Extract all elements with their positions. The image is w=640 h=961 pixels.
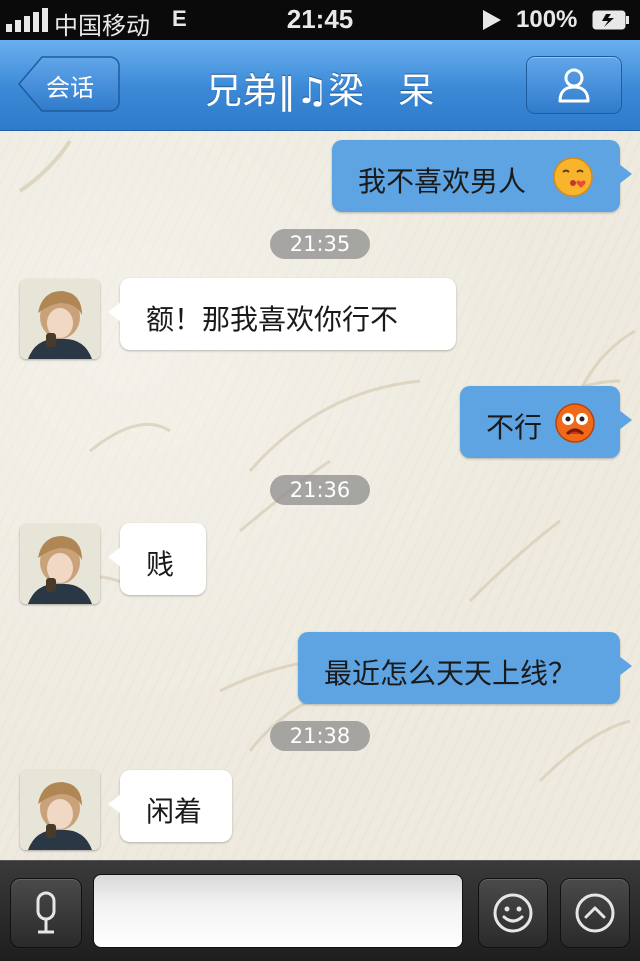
timestamp-pill: 21:36 bbox=[270, 475, 370, 505]
avatar-image bbox=[20, 524, 100, 604]
battery-percent: 100% bbox=[516, 6, 578, 33]
battery-icon bbox=[592, 10, 629, 30]
message-bubble-sent[interactable]: 最近怎么天天上线？ bbox=[298, 632, 632, 704]
message-bubble-received[interactable]: 贱 bbox=[108, 523, 206, 595]
nav-bar: 会话 兄弟‖♫梁 呆 bbox=[0, 40, 640, 131]
chevron-up-icon bbox=[575, 893, 615, 933]
more-button[interactable] bbox=[560, 878, 630, 948]
timestamp-pill: 21:38 bbox=[270, 721, 370, 751]
message-text: 最近怎么天天上线？ bbox=[324, 657, 577, 690]
message-text: 我不喜欢男人 bbox=[358, 165, 527, 198]
chat-title: 兄弟‖♫梁 呆 bbox=[205, 71, 435, 112]
message-text: 不行 bbox=[486, 411, 543, 444]
person-icon bbox=[558, 68, 590, 103]
avatar[interactable] bbox=[20, 770, 100, 850]
message-bubble-sent[interactable]: 我不喜欢男人 bbox=[332, 140, 632, 212]
angry-emoji-icon bbox=[555, 403, 595, 443]
kiss-emoji-icon bbox=[553, 157, 593, 197]
timestamp-pill: 21:35 bbox=[270, 229, 370, 259]
play-icon bbox=[483, 10, 501, 30]
message-bubble-received[interactable]: 闲着 bbox=[108, 770, 232, 842]
emoji-button[interactable] bbox=[478, 878, 548, 948]
message-bubble-sent[interactable]: 不行 bbox=[460, 386, 632, 458]
voice-button[interactable] bbox=[10, 878, 82, 948]
microphone-icon bbox=[36, 891, 56, 934]
message-input[interactable] bbox=[93, 874, 463, 948]
avatar[interactable] bbox=[20, 524, 100, 604]
avatar-image bbox=[20, 279, 100, 359]
status-bar: 中国移动 E 21:45 100% bbox=[0, 0, 640, 40]
message-text: 贱 bbox=[146, 548, 175, 581]
avatar-image bbox=[20, 770, 100, 850]
back-button-label[interactable]: 会话 bbox=[46, 68, 94, 103]
avatar[interactable] bbox=[20, 279, 100, 359]
profile-button[interactable] bbox=[526, 56, 622, 114]
message-bubble-received[interactable]: 额！那我喜欢你行不 bbox=[108, 278, 456, 350]
message-text: 额！那我喜欢你行不 bbox=[146, 303, 399, 336]
smiley-icon bbox=[493, 893, 533, 933]
chat-area[interactable]: 我不喜欢男人 21:35 额！那我喜欢你行不 不行 21:36 贱 最近怎么天天… bbox=[0, 131, 640, 860]
input-bar bbox=[0, 860, 640, 961]
message-text: 闲着 bbox=[146, 795, 203, 828]
